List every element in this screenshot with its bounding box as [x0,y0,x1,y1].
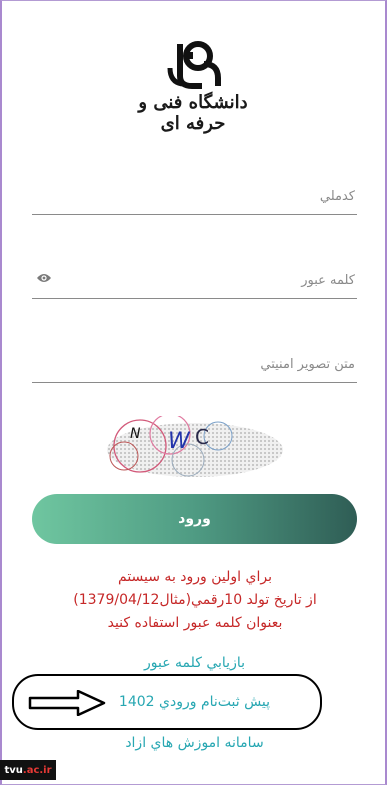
free-education-link[interactable]: سامانه اموزش هاي ازاد [0,735,389,751]
national-code-placeholder: كدملي [319,189,355,204]
recover-password-link[interactable]: بازيابي كلمه عبور [0,655,389,671]
site-watermark: tvu .ac.ir [0,760,56,780]
notice-line-3: بعنوان كلمه عبور استفاده كنيد [107,615,283,631]
password-field[interactable]: كلمه عبور [32,258,357,299]
captcha-field[interactable]: متن تصوير امنيتي [32,342,357,383]
captcha-image[interactable]: N W C [100,416,285,478]
arrow-right-icon [28,690,106,716]
captcha-char-w: W [168,429,191,454]
watermark-prefix: tvu [4,764,23,776]
eye-icon[interactable] [36,272,52,284]
university-name: دانشگاه فنی و حرفه ای [138,92,248,134]
password-placeholder: كلمه عبور [301,273,355,288]
login-button-label: ورود [178,511,211,527]
captcha-char-n: N [130,426,141,442]
first-login-notice: براي اولين ورود به سيستم از تاريخ تولد 1… [20,566,370,635]
login-button[interactable]: ورود [32,494,357,544]
watermark-suffix: .ac.ir [22,764,52,776]
captcha-char-c: C [195,425,209,449]
national-code-field[interactable]: كدملي [32,174,357,215]
captcha-placeholder: متن تصوير امنيتي [260,357,355,372]
notice-line-1: براي اولين ورود به سيستم [118,569,272,585]
notice-line-2: از تاريخ تولد 10رقمي(مثال1379/04/12) [73,592,317,608]
